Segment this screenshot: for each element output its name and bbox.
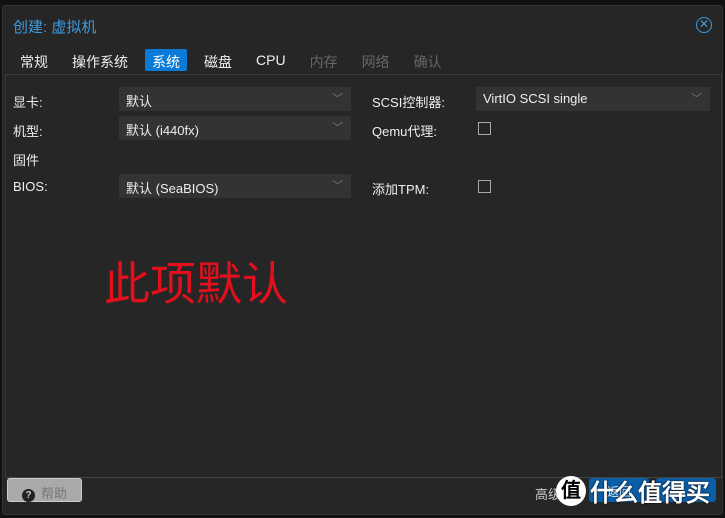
dialog-title: 创建: 虚拟机 [13, 19, 97, 36]
graphics-select[interactable]: 默认 ﹀ [119, 87, 351, 111]
bios-label: BIOS: [13, 179, 48, 194]
bios-value: 默认 (SeaBIOS) [126, 181, 219, 196]
chevron-down-icon: ﹀ [332, 93, 343, 105]
machine-value: 默认 (i440fx) [126, 123, 199, 138]
watermark-badge: 值 [556, 475, 586, 506]
tab-bar: 常规 操作系统 系统 磁盘 CPU 内存 网络 确认 [13, 49, 459, 71]
scsi-label: SCSI控制器: [372, 95, 445, 110]
tab-memory: 内存 [309, 54, 338, 70]
tab-confirm: 确认 [413, 54, 442, 70]
tab-disk[interactable]: 磁盘 [197, 49, 239, 71]
tpm-label: 添加TPM: [372, 182, 430, 197]
graphics-value: 默认 [126, 94, 153, 109]
tab-cpu[interactable]: CPU [249, 49, 293, 71]
scsi-value: VirtIO SCSI single [483, 91, 588, 106]
chevron-down-icon: ﹀ [691, 93, 702, 105]
help-button[interactable]: ? 帮助 [7, 478, 82, 502]
tab-network: 网络 [361, 54, 390, 70]
tab-system[interactable]: 系统 [145, 49, 187, 71]
tab-os[interactable]: 操作系统 [65, 49, 135, 71]
watermark: 值什么值得买 [556, 473, 710, 508]
scsi-select[interactable]: VirtIO SCSI single ﹀ [476, 87, 710, 111]
qemu-agent-checkbox[interactable] [478, 122, 491, 135]
qemu-agent-label: Qemu代理: [372, 124, 438, 139]
close-icon[interactable]: ✕ [696, 17, 712, 33]
chevron-down-icon: ﹀ [332, 122, 343, 134]
machine-label: 机型: [13, 124, 43, 139]
chevron-down-icon: ﹀ [332, 180, 343, 192]
tpm-checkbox[interactable] [478, 180, 491, 193]
watermark-text: 什么值得买 [590, 480, 710, 507]
graphics-label: 显卡: [13, 95, 43, 110]
tab-general[interactable]: 常规 [13, 49, 55, 71]
firmware-heading: 固件 [13, 153, 40, 168]
question-icon: ? [22, 489, 35, 502]
help-label: 帮助 [41, 486, 68, 501]
bios-select[interactable]: 默认 (SeaBIOS) ﹀ [119, 174, 351, 198]
machine-select[interactable]: 默认 (i440fx) ﹀ [119, 116, 351, 140]
annotation-text: 此项默认 [104, 257, 288, 311]
